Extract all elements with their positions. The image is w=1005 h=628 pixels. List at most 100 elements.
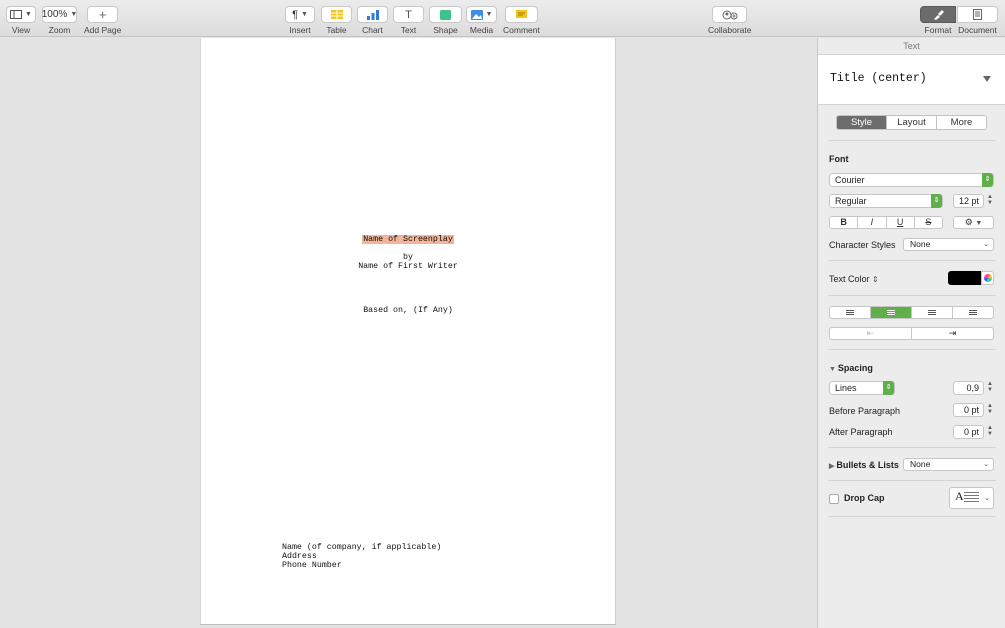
paragraph-style-selector[interactable]: Title (center) <box>818 55 1005 105</box>
align-right-button[interactable] <box>912 307 953 318</box>
before-paragraph-stepper[interactable]: ▲ ▼ <box>986 403 994 417</box>
chart-control[interactable]: Chart <box>357 6 388 35</box>
screenplay-title-line[interactable]: Name of Screenplay <box>201 235 615 244</box>
collaborate-control[interactable]: Collaborate <box>708 6 751 35</box>
chevron-down-icon: ⌄ <box>983 241 989 248</box>
italic-button[interactable]: I <box>858 217 887 228</box>
inspector-tabs: Style Layout More <box>836 115 987 130</box>
align-center-button[interactable] <box>871 307 912 318</box>
align-left-button[interactable] <box>830 307 871 318</box>
comment-label: Comment <box>503 25 540 35</box>
divider <box>828 140 996 141</box>
document-button[interactable] <box>957 6 998 23</box>
add-page-control[interactable]: + Add Page <box>84 6 121 35</box>
font-style-select[interactable]: Regular ⇕ <box>829 194 943 208</box>
chevron-down-icon: ⌄ <box>984 495 990 502</box>
document-canvas[interactable]: Name of Screenplay by Name of First Writ… <box>0 38 817 628</box>
shape-control[interactable]: Shape <box>429 6 462 35</box>
plus-icon: + <box>98 7 107 22</box>
bullets-section-toggle[interactable]: ▶ Bullets & Lists <box>829 460 899 470</box>
gear-icon[interactable]: ⚙ ▼ <box>954 217 993 228</box>
based-on[interactable]: Based on, (If Any) <box>201 306 615 315</box>
indent-buttons: ⇤ ⇥ <box>829 327 994 340</box>
text-button[interactable]: T <box>393 6 424 23</box>
media-control[interactable]: ▼ Media <box>466 6 497 35</box>
character-styles-select[interactable]: None ⌄ <box>903 238 994 251</box>
decrease-indent-icon: ⇤ <box>866 328 875 338</box>
writer-name[interactable]: Name of First Writer <box>201 262 615 271</box>
collaborate-label: Collaborate <box>708 25 752 35</box>
chart-button[interactable] <box>357 6 388 23</box>
text-color-label[interactable]: Text Color ⇕ <box>829 274 879 284</box>
text-options-menu[interactable]: ⚙ ▼ <box>953 216 994 229</box>
media-button[interactable]: ▼ <box>466 6 497 23</box>
add-page-label: Add Page <box>84 25 122 35</box>
divider <box>828 260 996 261</box>
font-section-label: Font <box>829 154 849 164</box>
divider <box>828 447 996 448</box>
spacing-mode-select[interactable]: Lines ⇕ <box>829 381 895 395</box>
drop-cap-checkbox[interactable] <box>829 494 839 504</box>
format-control[interactable]: Format <box>920 6 956 35</box>
insert-button[interactable]: ¶ ▼ <box>285 6 315 23</box>
text-control[interactable]: T Text <box>393 6 424 35</box>
tab-style[interactable]: Style <box>837 116 887 129</box>
font-size-field[interactable]: 12 pt <box>953 194 984 208</box>
screenplay-title[interactable]: Name of Screenplay <box>362 235 454 244</box>
before-paragraph-field[interactable]: 0 pt <box>953 403 984 417</box>
after-paragraph-stepper[interactable]: ▲ ▼ <box>986 425 994 439</box>
drop-cap-style-select[interactable]: A ⌄ <box>949 487 994 509</box>
color-wheel-button[interactable] <box>981 271 994 285</box>
media-label: Media <box>469 25 494 35</box>
bold-button[interactable]: B <box>830 217 859 228</box>
shape-label: Shape <box>433 25 458 35</box>
underline-button[interactable]: U <box>887 217 915 228</box>
character-styles-value: None <box>910 239 931 249</box>
tab-more[interactable]: More <box>937 116 986 129</box>
up-down-chevron-icon: ⇕ <box>872 275 879 284</box>
strikethrough-button[interactable]: S <box>915 217 942 228</box>
table-button[interactable] <box>321 6 352 23</box>
after-paragraph-field[interactable]: 0 pt <box>953 425 984 439</box>
drop-cap-icon: A <box>955 489 964 503</box>
zoom-button[interactable]: 100% ▼ <box>42 6 77 23</box>
format-label: Format <box>924 25 952 35</box>
view-button[interactable]: ▼ <box>6 6 36 23</box>
decrease-indent-button[interactable]: ⇤ <box>830 328 912 339</box>
comment-button[interactable] <box>504 6 538 23</box>
alignment-buttons <box>829 306 994 319</box>
zoom-control[interactable]: 100% ▼ Zoom <box>42 6 77 35</box>
company-name[interactable]: Name (of company, if applicable) <box>282 543 441 552</box>
format-button[interactable] <box>920 6 956 23</box>
phone-number[interactable]: Phone Number <box>282 561 342 570</box>
text-color-swatch[interactable] <box>948 271 981 285</box>
font-family-value: Courier <box>835 175 865 185</box>
toolbar: ▼ View 100% ▼ Zoom + Add Page ¶ ▼ Insert… <box>0 0 1005 37</box>
comment-control[interactable]: Comment <box>503 6 540 35</box>
by-line[interactable]: by <box>201 253 615 262</box>
address[interactable]: Address <box>282 552 317 561</box>
bullets-select[interactable]: None ⌄ <box>903 458 994 471</box>
tab-layout[interactable]: Layout <box>887 116 937 129</box>
divider <box>828 480 996 481</box>
spacing-section-toggle[interactable]: ▼ Spacing <box>829 363 873 373</box>
paintbrush-icon <box>933 9 944 20</box>
line-spacing-stepper[interactable]: ▲ ▼ <box>986 381 994 395</box>
insert-label: Insert <box>289 25 311 35</box>
add-page-button[interactable]: + <box>87 6 119 23</box>
shape-button[interactable] <box>429 6 462 23</box>
table-control[interactable]: Table <box>321 6 352 35</box>
insert-control[interactable]: ¶ ▼ Insert <box>285 6 315 35</box>
disclosure-down-icon[interactable] <box>983 76 991 82</box>
justify-button[interactable] <box>953 307 993 318</box>
font-family-select[interactable]: Courier ⇕ <box>829 173 994 187</box>
divider <box>828 349 996 350</box>
font-size-stepper[interactable]: ▲ ▼ <box>986 194 994 208</box>
view-control[interactable]: ▼ View <box>6 6 36 35</box>
document-page[interactable]: Name of Screenplay by Name of First Writ… <box>200 38 616 625</box>
document-control[interactable]: Document <box>957 6 998 35</box>
line-spacing-field[interactable]: 0,9 <box>953 381 984 395</box>
increase-indent-button[interactable]: ⇥ <box>912 328 993 339</box>
collaborate-button[interactable] <box>712 6 748 23</box>
align-center-icon <box>887 310 895 316</box>
